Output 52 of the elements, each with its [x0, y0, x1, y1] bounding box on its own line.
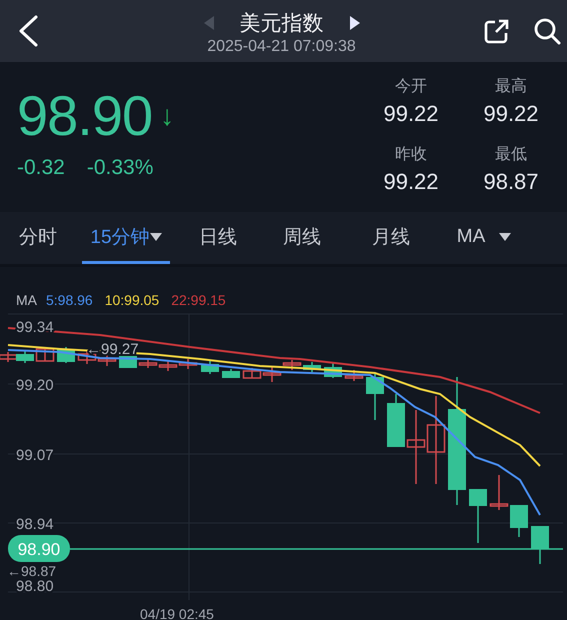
axis-label: 98.94: [16, 516, 54, 533]
low-price-marker: ←98.87: [7, 563, 56, 579]
candlestick: [36, 348, 54, 362]
candlestick: [469, 489, 487, 543]
candlestick: [344, 370, 364, 381]
legend-value: 5:98.96: [46, 292, 93, 308]
page-title: 美元指数: [240, 11, 324, 37]
current-price-tag: 98.90: [8, 535, 70, 562]
axis-label: 99.20: [16, 377, 54, 394]
time-label: 04/19 02:45: [140, 606, 214, 620]
stat-label: 昨收: [395, 145, 427, 165]
timestamp: 2025-04-21 07:09:38: [207, 38, 356, 56]
down-arrow: ↓: [160, 100, 174, 132]
stat-label: 最低: [495, 145, 527, 165]
candlestick: [303, 362, 321, 372]
price: 98.90: [17, 84, 152, 148]
candlestick: [387, 394, 405, 447]
percent-change: -0.33%: [86, 156, 154, 180]
period-tab[interactable]: 分时: [8, 212, 68, 264]
candlestick: [178, 359, 198, 369]
candlestick: [138, 358, 158, 368]
candlestick: [366, 374, 384, 420]
candlestick: [324, 362, 342, 378]
stat-value: 99.22: [383, 169, 439, 196]
stat-value: 99.22: [383, 101, 439, 128]
period-tab[interactable]: 15分钟: [82, 212, 170, 264]
stat-value: 99.22: [483, 101, 539, 128]
stat-label: 今开: [395, 77, 427, 97]
stat-label: 最高: [495, 76, 527, 97]
candlestick: [222, 369, 240, 378]
legend-value: 10:99.05: [104, 292, 160, 308]
candlestick: [16, 351, 34, 363]
candlestick: [531, 526, 549, 564]
legend-title: MA: [16, 292, 37, 308]
axis-label: 98.80: [16, 578, 54, 595]
price-change: -0.32: [17, 156, 65, 180]
legend-value: 22:99.15: [171, 292, 226, 308]
stat-value: 98.87: [483, 169, 539, 196]
share-icon[interactable]: [483, 17, 511, 45]
candlestick: [0, 352, 18, 362]
period-tab[interactable]: 日线: [184, 212, 252, 264]
search-icon[interactable]: [533, 17, 561, 45]
candlestick: [490, 475, 508, 510]
candlestick: [158, 360, 178, 371]
next-arrow-icon[interactable]: [350, 16, 360, 30]
period-tab[interactable]: 月线: [352, 212, 430, 264]
axis-label: 99.07: [16, 447, 54, 464]
candlestick: [98, 355, 116, 366]
period-tab[interactable]: 周线: [266, 212, 338, 264]
candlestick: [201, 361, 219, 374]
period-tab[interactable]: MA: [444, 212, 524, 264]
candlestick: [510, 505, 528, 537]
